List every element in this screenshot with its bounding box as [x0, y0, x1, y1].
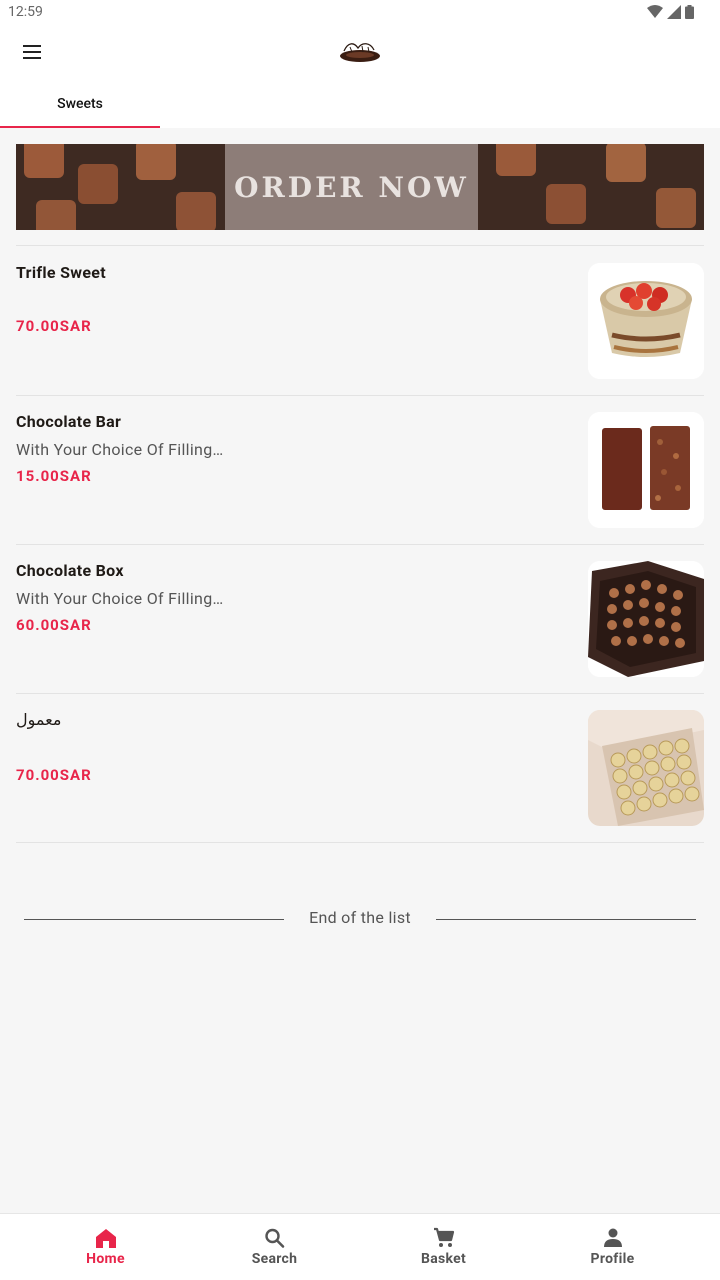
brand-logo: [340, 43, 380, 62]
end-of-list: End of the list: [24, 906, 696, 932]
product-price: 70.00SAR: [16, 766, 92, 784]
product-item-trifle-sweet[interactable]: Trifle Sweet 70.00SAR: [16, 247, 704, 395]
product-name: Chocolate Bar: [16, 412, 122, 431]
tab-label: Sweets: [57, 96, 103, 112]
nav-label: Search: [251, 1251, 298, 1267]
tab-sweets[interactable]: Sweets: [0, 80, 160, 128]
chocolate-box-image: [588, 561, 704, 677]
product-name: معمول: [16, 710, 62, 729]
product-item-maamoul[interactable]: معمول 70.00SAR: [16, 694, 704, 842]
product-name: Trifle Sweet: [16, 263, 106, 282]
category-tabs: Sweets: [0, 80, 720, 128]
top-app-bar: [0, 24, 720, 80]
product-item-chocolate-box[interactable]: Chocolate Box With Your Choice Of Fillin…: [16, 545, 704, 693]
nav-home[interactable]: Home: [21, 1214, 190, 1280]
nav-search[interactable]: Search: [190, 1214, 359, 1280]
trifle-cup-image: [588, 263, 704, 379]
nav-label: Home: [86, 1251, 125, 1267]
divider: [16, 842, 704, 843]
nav-label: Basket: [420, 1251, 467, 1267]
end-line-right: [436, 919, 696, 920]
chocolate-bar-image: [588, 412, 704, 528]
battery-icon: [685, 5, 694, 19]
cart-icon: [433, 1227, 454, 1247]
product-price: 70.00SAR: [16, 317, 92, 335]
nav-basket[interactable]: Basket: [359, 1214, 528, 1280]
status-time: 12:59: [8, 4, 43, 20]
menu-icon[interactable]: [20, 40, 44, 64]
product-description: With Your Choice Of Filling…: [16, 440, 224, 459]
divider: [16, 245, 704, 246]
order-now-banner[interactable]: ORDER NOW: [16, 144, 704, 230]
nav-profile[interactable]: Profile: [528, 1214, 697, 1280]
product-item-chocolate-bar[interactable]: Chocolate Bar With Your Choice Of Fillin…: [16, 396, 704, 544]
home-icon: [95, 1229, 116, 1248]
product-name: Chocolate Box: [16, 561, 124, 580]
active-tab-indicator: [0, 126, 160, 128]
search-icon: [264, 1228, 284, 1248]
maamoul-box-image: [588, 710, 704, 826]
status-bar: 12:59: [0, 0, 720, 24]
bottom-navigation: Home Search Basket Profile: [0, 1213, 720, 1280]
nav-label: Profile: [590, 1251, 635, 1267]
banner-text: ORDER NOW: [234, 170, 469, 204]
product-description: With Your Choice Of Filling…: [16, 589, 224, 608]
signal-icon: [667, 5, 681, 19]
end-of-list-text: End of the list: [309, 908, 411, 927]
wifi-icon: [647, 5, 663, 18]
product-price: 15.00SAR: [16, 467, 92, 485]
person-icon: [603, 1228, 622, 1247]
product-price: 60.00SAR: [16, 616, 92, 634]
